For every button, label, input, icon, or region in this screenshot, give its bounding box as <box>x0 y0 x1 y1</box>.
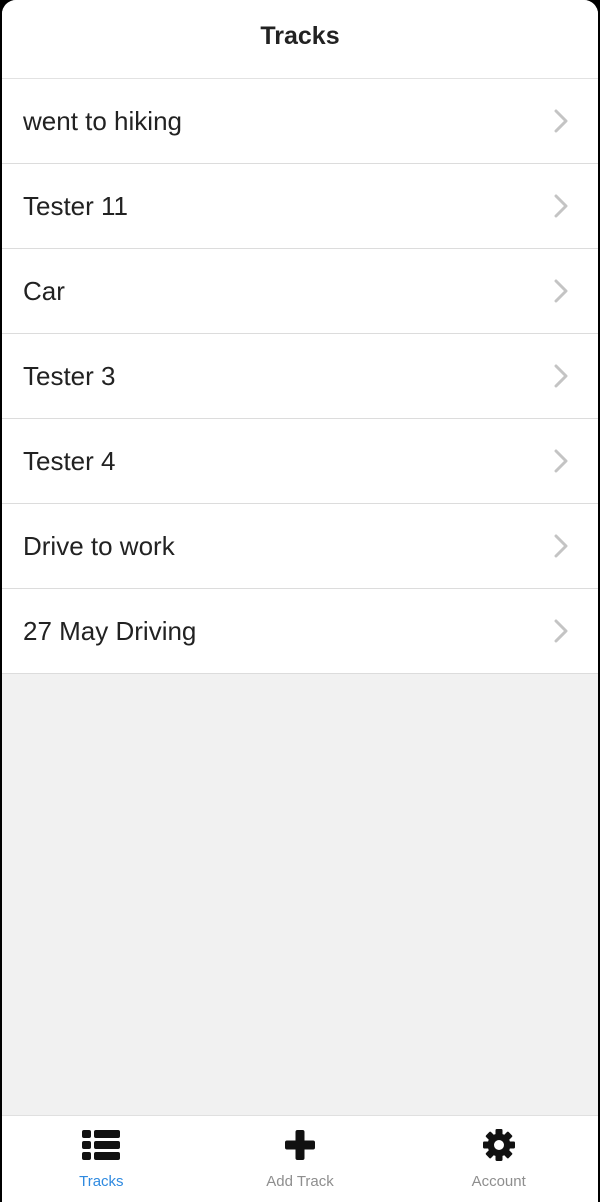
track-name: Tester 11 <box>23 191 129 221</box>
track-row[interactable]: Tester 4 <box>2 419 598 504</box>
track-name: Tester 3 <box>23 361 116 391</box>
track-row[interactable]: 27 May Driving <box>2 589 598 674</box>
list-icon <box>82 1130 121 1160</box>
gear-icon <box>482 1129 515 1161</box>
tab-label: Add Track <box>266 1173 334 1190</box>
track-row[interactable]: Drive to work <box>2 504 598 589</box>
tab-label: Account <box>471 1173 526 1190</box>
track-name: 27 May Driving <box>23 616 197 646</box>
bottom-tab-bar: Tracks Add Track Account <box>2 1115 598 1202</box>
track-list: went to hiking Tester 11 Car Tester 3 Te… <box>2 79 598 674</box>
chevron-right-icon <box>554 194 568 218</box>
plus-icon <box>285 1130 315 1160</box>
track-name: went to hiking <box>23 106 182 136</box>
tab-add-track[interactable]: Add Track <box>201 1116 400 1202</box>
chevron-right-icon <box>554 279 568 303</box>
tab-label: Tracks <box>79 1173 124 1190</box>
tab-account[interactable]: Account <box>399 1116 598 1202</box>
tab-tracks[interactable]: Tracks <box>2 1116 201 1202</box>
app-screen: Tracks went to hiking Tester 11 Car Test… <box>2 0 598 1202</box>
chevron-right-icon <box>554 619 568 643</box>
chevron-right-icon <box>554 534 568 558</box>
track-name: Drive to work <box>23 531 175 561</box>
nav-header: Tracks <box>2 0 598 79</box>
track-row[interactable]: Car <box>2 249 598 334</box>
track-row[interactable]: went to hiking <box>2 79 598 164</box>
page-title: Tracks <box>260 21 340 50</box>
chevron-right-icon <box>554 364 568 388</box>
chevron-right-icon <box>554 109 568 133</box>
chevron-right-icon <box>554 449 568 473</box>
track-row[interactable]: Tester 3 <box>2 334 598 419</box>
track-name: Tester 4 <box>23 446 116 476</box>
track-name: Car <box>23 276 65 306</box>
track-row[interactable]: Tester 11 <box>2 164 598 249</box>
